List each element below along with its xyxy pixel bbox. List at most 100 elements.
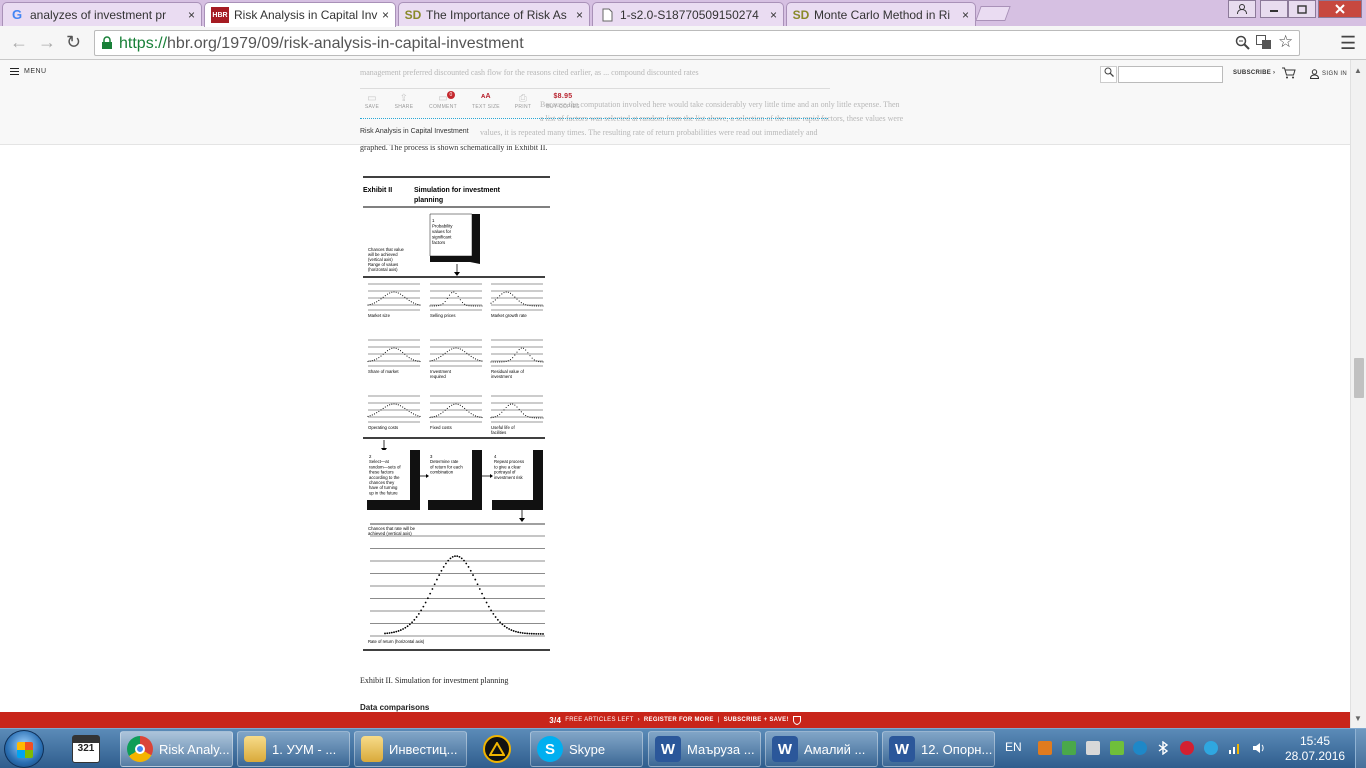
user-icon[interactable]	[1228, 0, 1256, 18]
curve-point	[420, 609, 423, 612]
tray-security-icon[interactable]	[1062, 741, 1076, 755]
taskbar-item-folder-1[interactable]: 1. УУМ - ...	[237, 731, 350, 767]
scrollbar-thumb[interactable]	[1354, 358, 1364, 398]
curve-point	[386, 350, 389, 352]
tab-sciencedirect-1[interactable]: SD The Importance of Risk As ×	[398, 2, 590, 26]
curve-point	[433, 305, 435, 307]
curve-point	[426, 597, 429, 600]
axis-note-text: Chances that valuewill be achieved(verti…	[368, 247, 405, 272]
scroll-up-icon[interactable]: ▲	[1354, 66, 1362, 75]
curve-point	[505, 360, 507, 363]
tab-google-search[interactable]: G analyzes of investment pr ×	[2, 2, 202, 26]
curve-point	[399, 293, 402, 295]
curve-point	[535, 417, 538, 419]
taskbar-item-skype[interactable]: S Skype	[530, 731, 643, 767]
forward-icon[interactable]: →	[38, 32, 56, 53]
curve-point	[373, 302, 376, 304]
factor-distribution-grid: Market size Selling prices Market growth r…	[367, 283, 544, 435]
curve-point	[376, 301, 378, 303]
curve-point	[435, 415, 438, 417]
vertical-scrollbar[interactable]: ▲ ▼	[1350, 60, 1366, 728]
start-button[interactable]	[4, 730, 44, 768]
tray-signal-icon[interactable]	[1228, 741, 1242, 755]
tray-network-icon[interactable]	[1204, 741, 1218, 755]
minimize-button[interactable]	[1260, 0, 1288, 18]
curve-point	[384, 351, 386, 353]
system-clock[interactable]: 15:45 28.07.2016	[1285, 734, 1345, 764]
site-menu-button[interactable]: MENU	[10, 68, 47, 75]
curve-point	[487, 605, 490, 608]
close-icon[interactable]: ×	[576, 8, 583, 22]
taskbar-item-word-3[interactable]: W 12. Опорн...	[882, 731, 995, 767]
search-icon[interactable]	[1100, 66, 1117, 83]
reload-icon[interactable]: ↻	[66, 32, 81, 53]
curve-point	[538, 305, 540, 307]
curve-point	[453, 347, 455, 349]
tray-app-icon[interactable]	[1038, 741, 1052, 755]
curve-point	[501, 361, 503, 363]
subscribe-link[interactable]: SUBSCRIBE ›	[1233, 70, 1275, 76]
curve-point	[456, 555, 459, 557]
tray-ie-icon[interactable]	[1133, 741, 1147, 755]
curve-point	[397, 404, 399, 406]
tray-device-icon[interactable]	[1086, 741, 1100, 755]
curve-point	[446, 351, 448, 353]
curve-point	[417, 613, 420, 615]
curve-point	[391, 347, 393, 349]
sign-in-link[interactable]: SIGN IN	[1310, 69, 1347, 79]
curve-point	[533, 632, 535, 635]
bluetooth-icon[interactable]	[1157, 740, 1171, 756]
curve-point	[476, 583, 479, 586]
clock-date: 28.07.2016	[1285, 749, 1346, 763]
chrome-menu-icon[interactable]: ☰	[1340, 33, 1356, 54]
section-heading: Data comparisons	[360, 703, 430, 712]
subscribe-save-link[interactable]: SUBSCRIBE + SAVE!	[724, 717, 789, 723]
back-icon[interactable]: ←	[10, 32, 28, 53]
close-icon[interactable]: ×	[382, 8, 389, 22]
translate-icon[interactable]	[1256, 35, 1272, 54]
address-bar[interactable]: https://hbr.org/1979/09/risk-analysis-in…	[94, 30, 1300, 56]
zoom-icon[interactable]	[1235, 35, 1250, 54]
close-icon[interactable]: ×	[770, 8, 777, 22]
close-icon[interactable]: ×	[188, 8, 195, 22]
curve-point	[472, 574, 474, 576]
tab-pdf-document[interactable]: 1-s2.0-S18770509150274 ×	[592, 2, 784, 26]
share-button[interactable]: ⇪ SHARE	[384, 93, 424, 110]
bookmark-star-icon[interactable]: ☆	[1278, 32, 1293, 52]
curve-point	[444, 300, 446, 303]
taskbar-item-word-1[interactable]: W Маъруза ...	[648, 731, 761, 767]
maximize-button[interactable]	[1288, 0, 1316, 18]
site-search-input[interactable]	[1118, 66, 1223, 83]
show-desktop-button[interactable]	[1355, 729, 1366, 768]
language-indicator[interactable]: EN	[1005, 740, 1022, 754]
app-triangle-icon[interactable]	[477, 732, 517, 766]
curve-point	[481, 360, 483, 362]
print-button[interactable]: ⎙ PRINT	[503, 93, 543, 110]
tab-sciencedirect-2[interactable]: SD Monte Carlo Method in Ri ×	[786, 2, 976, 26]
text-size-button[interactable]: ᴀA TEXT SIZE	[466, 93, 506, 110]
volume-icon[interactable]	[1252, 741, 1266, 755]
url-text[interactable]: https://hbr.org/1979/09/risk-analysis-in…	[119, 35, 524, 53]
tab-hbr-article[interactable]: HBR Risk Analysis in Capital Inv ×	[204, 2, 396, 27]
factor-chart: Share of market	[367, 339, 421, 374]
register-link[interactable]: REGISTER FOR MORE	[644, 717, 714, 723]
new-tab-button[interactable]	[975, 6, 1011, 21]
tray-opera-icon[interactable]	[1180, 741, 1194, 755]
window-close-button[interactable]	[1318, 0, 1362, 18]
tray-sync-icon[interactable]	[1110, 741, 1124, 755]
curve-point	[469, 569, 472, 572]
comment-button[interactable]: ▭ 0 COMMENT	[423, 91, 463, 110]
calendar-app-icon[interactable]: 321	[66, 732, 106, 766]
curve-point	[455, 292, 457, 295]
cart-icon[interactable]	[1282, 67, 1296, 82]
taskbar-item-folder-2[interactable]: Инвестиц...	[354, 731, 467, 767]
factor-label: Market growth rate	[491, 313, 527, 318]
taskbar-item-chrome[interactable]: Risk Analy...	[120, 731, 233, 767]
curve-point	[522, 347, 525, 349]
taskbar-item-word-2[interactable]: W Амалий ...	[765, 731, 878, 767]
curve-point	[415, 616, 418, 618]
close-icon[interactable]: ×	[962, 8, 969, 22]
buy-copies-button[interactable]: $8.95 BUY COPIES	[543, 93, 583, 110]
word-icon: W	[655, 736, 681, 762]
scroll-down-icon[interactable]: ▼	[1354, 714, 1362, 723]
